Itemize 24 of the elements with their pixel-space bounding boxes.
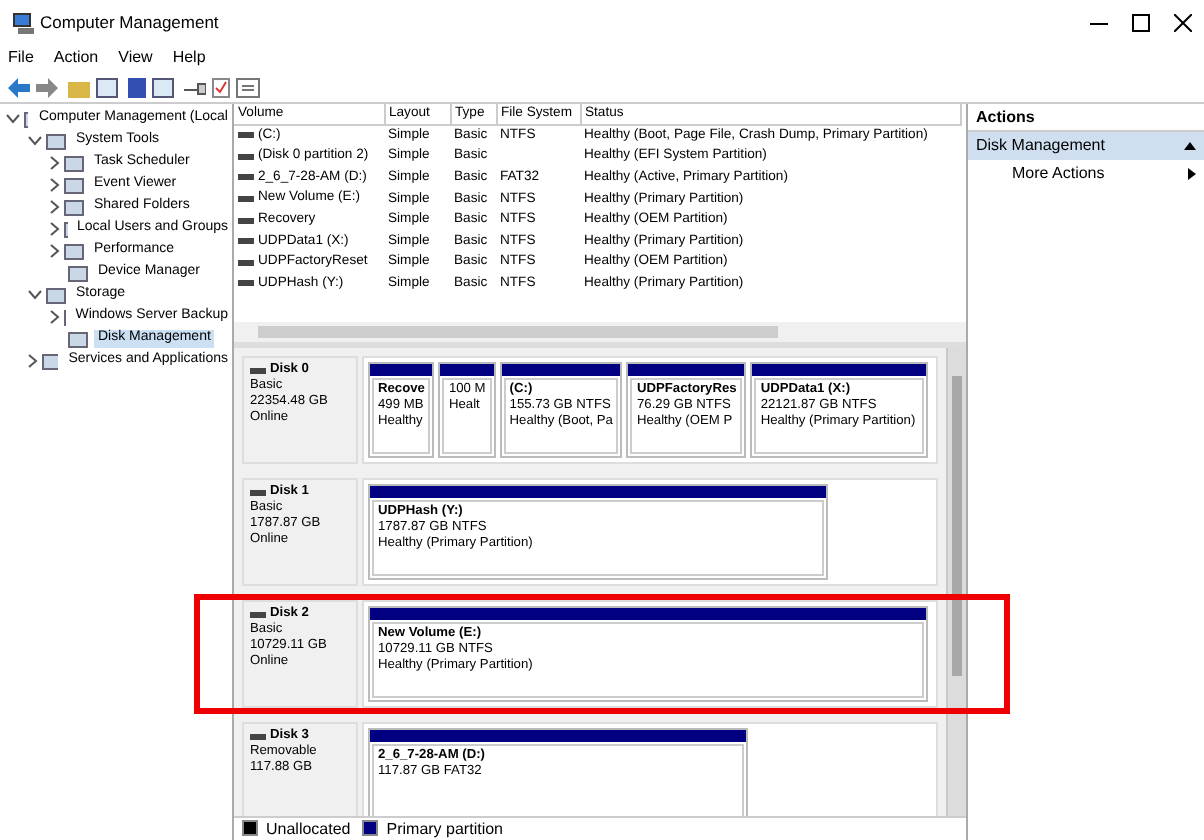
action-item[interactable]: More Actions bbox=[968, 160, 1204, 188]
legend-label: Primary partition bbox=[386, 819, 503, 839]
vertical-scrollbar[interactable] bbox=[946, 348, 966, 816]
menu-item[interactable]: Help bbox=[172, 48, 206, 68]
help-icon[interactable] bbox=[128, 77, 146, 97]
maximize-icon[interactable] bbox=[1132, 13, 1150, 31]
forward-arrow-icon[interactable] bbox=[36, 77, 58, 97]
back-arrow-icon[interactable] bbox=[8, 77, 30, 97]
app-icon bbox=[12, 11, 36, 33]
menu-item[interactable]: View bbox=[118, 48, 153, 68]
menu-item[interactable]: Action bbox=[53, 48, 99, 68]
horizontal-scrollbar[interactable] bbox=[234, 322, 966, 343]
collapse-caret-icon bbox=[1184, 142, 1196, 150]
window-title: Computer Management bbox=[40, 11, 219, 33]
checklist-icon[interactable] bbox=[212, 77, 230, 97]
console-tree-icon[interactable] bbox=[96, 77, 118, 97]
menu-item[interactable]: File bbox=[8, 48, 34, 68]
close-icon[interactable] bbox=[1174, 13, 1192, 31]
key-icon[interactable] bbox=[184, 77, 206, 97]
properties-icon[interactable] bbox=[236, 77, 260, 97]
actions-section[interactable]: Disk Management bbox=[968, 132, 1204, 160]
submenu-arrow-icon bbox=[1188, 168, 1196, 180]
window-icon[interactable] bbox=[152, 77, 174, 97]
legend-label: Unallocated bbox=[266, 819, 351, 839]
